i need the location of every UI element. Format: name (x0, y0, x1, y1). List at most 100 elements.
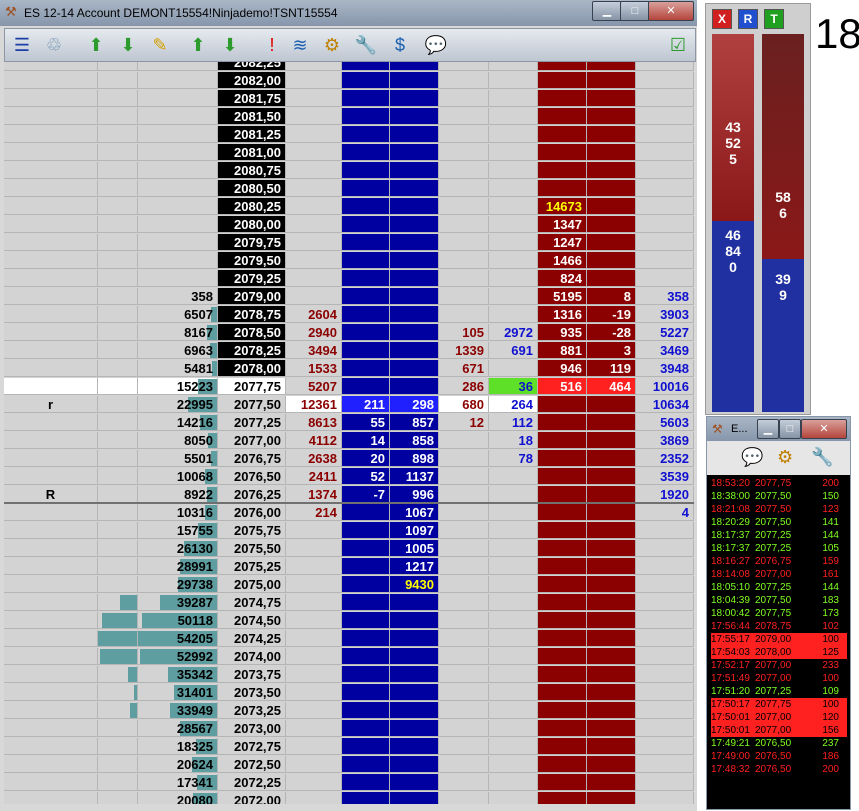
price-cell[interactable]: 2080,25 (218, 198, 286, 215)
price-cell[interactable]: 2073,25 (218, 702, 286, 719)
price-cell[interactable]: 2077,25 (218, 414, 286, 431)
tag-edit-icon[interactable]: ✎ (147, 32, 173, 58)
bid-pl-cell[interactable] (342, 612, 390, 629)
ask-change-cell[interactable] (587, 270, 636, 287)
bid-size-cell[interactable] (390, 288, 439, 305)
ladder-row[interactable]: 2081,75 (4, 90, 694, 108)
bid-size-cell[interactable] (390, 108, 439, 125)
recycle-bin-icon[interactable]: ♲ (41, 32, 67, 58)
checklist-icon[interactable]: ☑ (665, 32, 691, 58)
price-cell[interactable]: 2073,50 (218, 684, 286, 701)
price-cell[interactable]: 2073,75 (218, 666, 286, 683)
price-cell[interactable]: 2081,00 (218, 144, 286, 161)
ask-size-cell[interactable] (538, 774, 587, 791)
ask-size-cell[interactable]: 1466 (538, 252, 587, 269)
price-cell[interactable]: 2076,00 (218, 504, 286, 521)
wrench-icon[interactable]: 🔧 (353, 32, 379, 58)
bid-pl-cell[interactable] (342, 270, 390, 287)
price-cell[interactable]: 2080,50 (218, 180, 286, 197)
ladder-row[interactable]: 28567 2073,00 (4, 720, 694, 738)
ladder-row[interactable]: 2082,00 (4, 72, 694, 90)
bid-size-cell[interactable] (390, 72, 439, 89)
price-cell[interactable]: 2076,50 (218, 468, 286, 485)
bid-pl-cell[interactable] (342, 216, 390, 233)
bid-size-cell[interactable] (390, 666, 439, 683)
ladder-row[interactable]: 6963 2078,25 3494 1339 691 881 3 3469 (4, 342, 694, 360)
ask-change-cell[interactable] (587, 558, 636, 575)
ask-change-cell[interactable]: 119 (587, 360, 636, 377)
price-cell[interactable]: 2079,50 (218, 252, 286, 269)
bid-size-cell[interactable] (390, 702, 439, 719)
ask-size-cell[interactable] (538, 630, 587, 647)
ladder-row[interactable]: 14216 2077,25 8613 55 857 12 112 5603 (4, 414, 694, 432)
ask-size-cell[interactable]: 935 (538, 324, 587, 341)
close-button[interactable]: ✕ (648, 1, 694, 21)
arrow-up-icon[interactable]: ⬆ (83, 32, 109, 58)
bid-pl-cell[interactable] (342, 72, 390, 89)
bid-pl-cell[interactable] (342, 756, 390, 773)
bid-pl-cell[interactable] (342, 720, 390, 737)
ladder-row[interactable]: 10068 2076,50 2411 52 1137 3539 (4, 468, 694, 486)
price-cell[interactable]: 2077,00 (218, 432, 286, 449)
ask-change-cell[interactable]: 464 (587, 378, 636, 395)
ladder-row[interactable]: 10316 2076,00 214 1067 4 (4, 504, 694, 522)
ladder-row[interactable]: 35342 2073,75 (4, 666, 694, 684)
ask-change-cell[interactable]: 3 (587, 342, 636, 359)
ask-change-cell[interactable] (587, 396, 636, 413)
bid-size-cell[interactable] (390, 756, 439, 773)
ask-size-cell[interactable] (538, 432, 587, 449)
bid-size-cell[interactable] (390, 144, 439, 161)
ask-size-cell[interactable]: 1247 (538, 234, 587, 251)
bid-pl-cell[interactable] (342, 378, 390, 395)
ask-change-cell[interactable] (587, 450, 636, 467)
ts-title-bar[interactable]: ⚒ E... ▁ □ ✕ (707, 417, 850, 441)
ask-change-cell[interactable] (587, 594, 636, 611)
ask-change-cell[interactable] (587, 540, 636, 557)
ask-size-cell[interactable] (538, 72, 587, 89)
ask-size-cell[interactable] (538, 576, 587, 593)
ladder-row[interactable]: 5481 2078,00 1533 671 946 119 3948 (4, 360, 694, 378)
price-cell[interactable]: 2078,75 (218, 306, 286, 323)
ask-size-cell[interactable]: 946 (538, 360, 587, 377)
bid-size-cell[interactable] (390, 306, 439, 323)
ask-size-cell[interactable] (538, 486, 587, 503)
bid-size-cell[interactable]: 1097 (390, 522, 439, 539)
ask-size-cell[interactable] (538, 504, 587, 521)
price-cell[interactable]: 2074,75 (218, 594, 286, 611)
ask-size-cell[interactable] (538, 720, 587, 737)
price-cell[interactable]: 2074,00 (218, 648, 286, 665)
bid-pl-cell[interactable] (342, 90, 390, 107)
bid-pl-cell[interactable] (342, 594, 390, 611)
ladder-row[interactable]: 2081,50 (4, 108, 694, 126)
bid-pl-cell[interactable] (342, 288, 390, 305)
bid-size-cell[interactable] (390, 234, 439, 251)
ladder-row[interactable]: 2080,00 1347 (4, 216, 694, 234)
price-cell[interactable]: 2072,75 (218, 738, 286, 755)
ask-change-cell[interactable] (587, 234, 636, 251)
bid-pl-cell[interactable]: 55 (342, 414, 390, 431)
price-cell[interactable]: 2075,50 (218, 540, 286, 557)
ladder-row[interactable]: 15755 2075,75 1097 (4, 522, 694, 540)
ask-change-cell[interactable] (587, 108, 636, 125)
ladder-row[interactable]: 2080,25 14673 (4, 198, 694, 216)
maximize-button[interactable]: □ (620, 1, 650, 21)
bid-pl-cell[interactable] (342, 108, 390, 125)
trail-button[interactable]: T (764, 9, 784, 29)
price-cell[interactable]: 2076,25 (218, 486, 286, 503)
bid-size-cell[interactable] (390, 90, 439, 107)
bid-size-cell[interactable]: 996 (390, 486, 439, 503)
bid-size-cell[interactable] (390, 378, 439, 395)
ask-size-cell[interactable] (538, 144, 587, 161)
ask-size-cell[interactable]: 824 (538, 270, 587, 287)
price-cell[interactable]: 2075,25 (218, 558, 286, 575)
bid-pl-cell[interactable] (342, 180, 390, 197)
ladder-row[interactable]: 6507 2078,75 2604 1316 -19 3903 (4, 306, 694, 324)
bid-pl-cell[interactable] (342, 774, 390, 791)
price-cell[interactable]: 2074,50 (218, 612, 286, 629)
ask-size-cell[interactable] (538, 612, 587, 629)
ladder-row[interactable]: r 22995 2077,50 12361 211 298 680 264 10634 (4, 396, 694, 414)
bid-size-cell[interactable] (390, 774, 439, 791)
ladder-row[interactable]: 8167 2078,50 2940 105 2972 935 -28 5227 (4, 324, 694, 342)
bid-size-cell[interactable] (390, 62, 439, 71)
chat-bubble-icon[interactable]: 💬 (741, 447, 763, 468)
